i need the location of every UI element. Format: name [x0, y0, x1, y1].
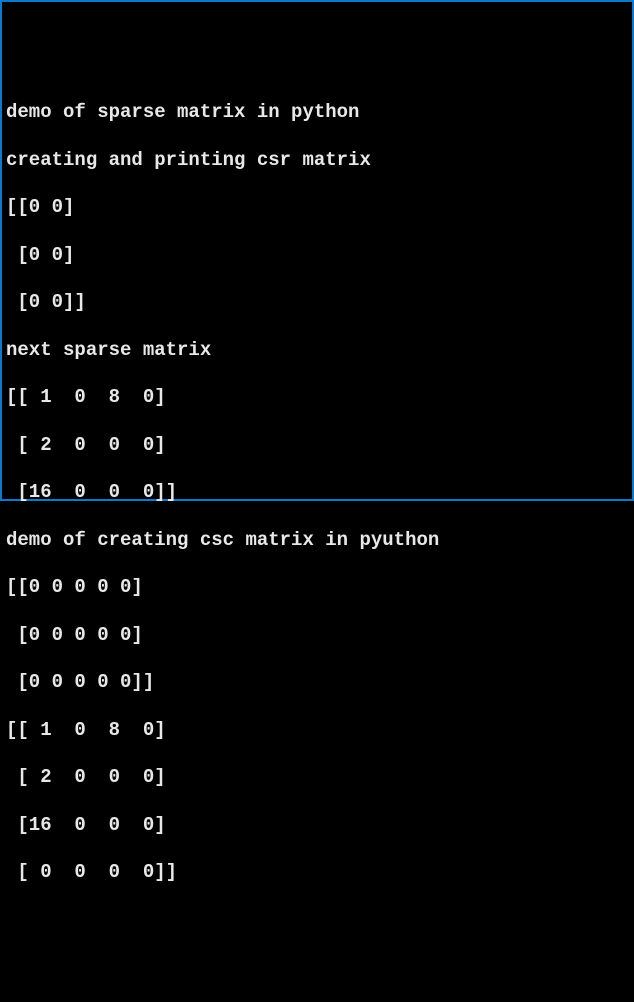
output-line: demo of sparse matrix in python — [6, 101, 632, 125]
output-line: [[0 0 0 0 0] — [6, 576, 632, 600]
output-line: [0 0 0 0 0] — [6, 624, 632, 648]
output-line: [ 2 0 0 0] — [6, 766, 632, 790]
blank-line — [6, 909, 632, 933]
output-line: [[ 1 0 8 0] — [6, 719, 632, 743]
output-line: [ 2 0 0 0] — [6, 434, 632, 458]
output-line: next sparse matrix — [6, 339, 632, 363]
output-line: [[0 0] — [6, 196, 632, 220]
output-line: [16 0 0 0] — [6, 814, 632, 838]
output-line: [16 0 0 0]] — [6, 481, 632, 505]
output-line: demo of creating csc matrix in pyuthon — [6, 529, 632, 553]
output-line: [0 0]] — [6, 291, 632, 315]
output-line: [ 0 0 0 0]] — [6, 861, 632, 885]
output-line: [[ 1 0 8 0] — [6, 386, 632, 410]
blank-line — [6, 956, 632, 980]
output-line: [0 0 0 0 0]] — [6, 671, 632, 695]
output-line: [0 0] — [6, 244, 632, 268]
output-line: creating and printing csr matrix — [6, 149, 632, 173]
